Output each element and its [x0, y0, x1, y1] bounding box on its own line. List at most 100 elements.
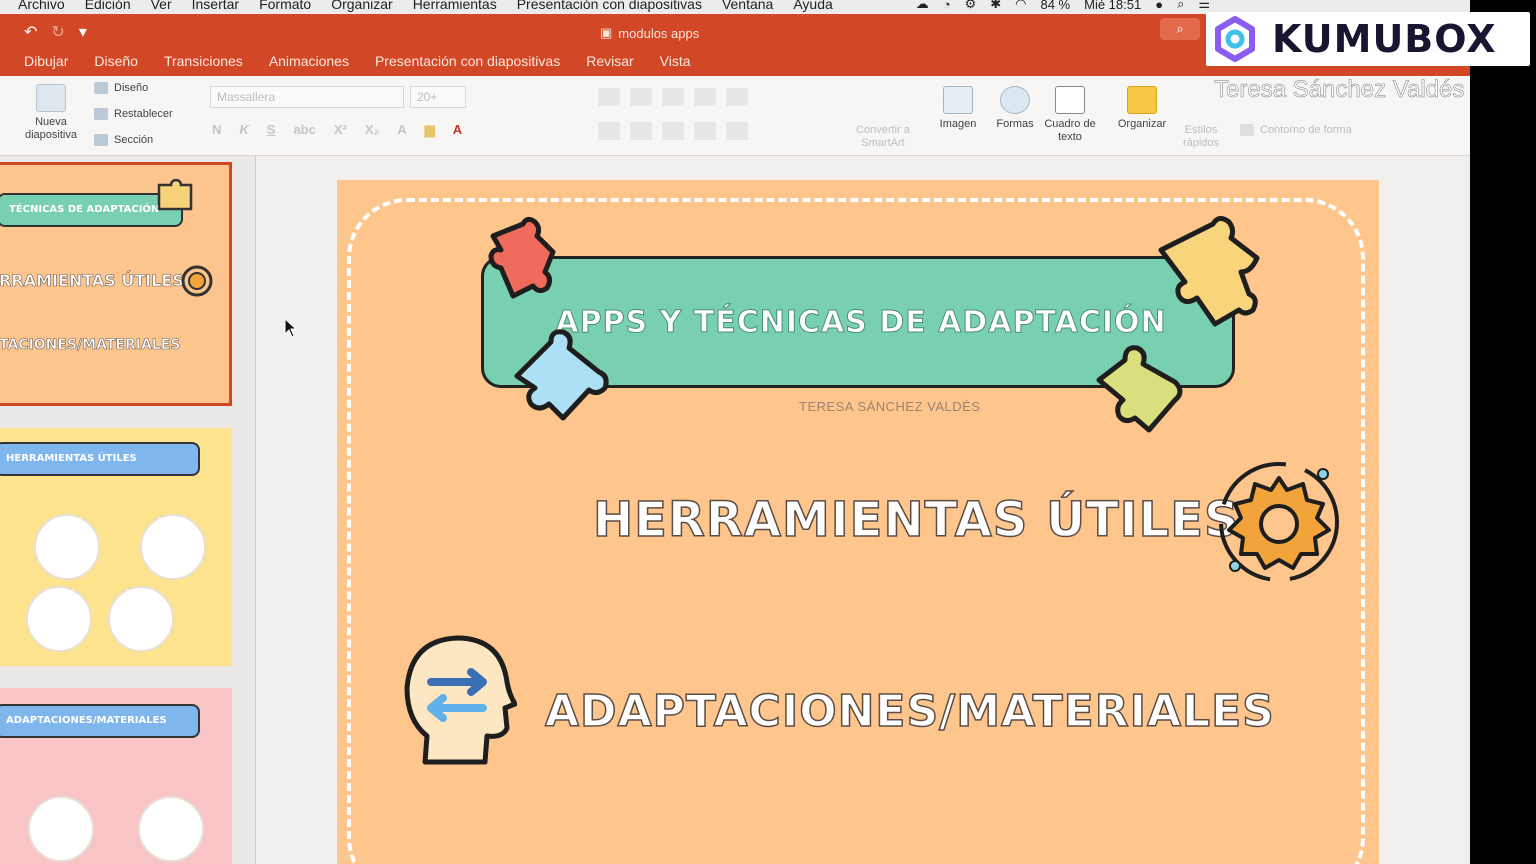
reset-label: Restablecer — [114, 108, 173, 120]
font-name-select[interactable]: Massallera — [210, 86, 404, 108]
font-size-select[interactable]: 20+ — [410, 86, 466, 108]
thumb1-line2: TACIONES/MATERIALES — [0, 337, 181, 354]
search-icon[interactable]: ⌕ — [1177, 0, 1184, 12]
user-icon[interactable]: ● — [1155, 0, 1163, 12]
underline-button[interactable]: S — [267, 122, 276, 138]
reset-button[interactable]: Restablecer — [94, 108, 173, 120]
undo-icon[interactable]: ↶ — [24, 22, 37, 42]
slide-heading-adaptations[interactable]: ADAPTACIONES/MATERIALES — [544, 685, 1275, 738]
highlight-button[interactable]: ▆ — [425, 122, 435, 138]
arrange-label: Organizar — [1117, 118, 1167, 130]
slide-thumbnail-1[interactable]: TÉCNICAS DE ADAPTACIÓN RRAMIENTAS ÚTILES… — [0, 162, 232, 406]
strikethrough-button[interactable]: abc — [293, 122, 315, 138]
justify-button[interactable] — [694, 122, 716, 140]
textbox-label: Cuadro de texto — [1044, 118, 1096, 143]
convert-smartart-button[interactable]: Convertir a SmartArt — [848, 124, 918, 150]
new-slide-label: Nueva diapositiva — [25, 116, 77, 141]
align-right-button[interactable] — [662, 122, 684, 140]
thumb3-banner: ADAPTACIONES/MATERIALES — [0, 704, 200, 738]
puzzle-icon — [157, 179, 193, 211]
superscript-button[interactable]: X² — [334, 122, 347, 138]
wifi-icon[interactable]: ◠ — [1015, 0, 1026, 12]
shapes-icon — [1000, 86, 1030, 114]
document-icon: ▣ — [600, 25, 613, 40]
align-left-button[interactable] — [598, 122, 620, 140]
section-icon — [94, 134, 108, 146]
customize-icon[interactable]: ▾ — [79, 22, 87, 42]
document-title: ▣ modulos apps — [600, 25, 699, 41]
watermark-name: Teresa Sánchez Valdés — [1214, 76, 1465, 104]
menu-herramientas[interactable]: Herramientas — [413, 0, 497, 12]
shapes-button[interactable]: Formas — [990, 86, 1040, 131]
quick-styles-button[interactable]: Estilos rápidos — [1176, 124, 1226, 150]
menu-organizar[interactable]: Organizar — [331, 0, 392, 12]
paragraph-row-1 — [598, 88, 748, 106]
bold-button[interactable]: N — [212, 122, 221, 138]
tab-presentacion[interactable]: Presentación con diapositivas — [375, 53, 560, 69]
slide-canvas[interactable]: APPS Y TÉCNICAS DE ADAPTACIÓN TERESA SÁN… — [337, 180, 1379, 864]
layout-button[interactable]: Diseño — [94, 82, 148, 94]
align-center-button[interactable] — [630, 122, 652, 140]
document-name: modulos apps — [618, 25, 700, 41]
bluetooth-icon[interactable]: ✱ — [990, 0, 1001, 12]
text-effects-button[interactable]: A — [397, 122, 406, 138]
shapes-label: Formas — [996, 118, 1034, 130]
menu-ayuda[interactable]: Ayuda — [793, 0, 832, 12]
new-slide-button[interactable]: Nueva diapositiva — [18, 84, 84, 142]
menu-edicion[interactable]: Edición — [85, 0, 131, 12]
redo-icon[interactable]: ↻ — [51, 22, 64, 42]
thumb1-line1: RRAMIENTAS ÚTILES — [0, 271, 184, 291]
thumb2-circle-2 — [140, 514, 206, 580]
decrease-indent-button[interactable] — [662, 88, 684, 106]
tab-vista[interactable]: Vista — [660, 53, 691, 69]
menu-archivo[interactable]: Archivo — [18, 0, 65, 12]
section-button[interactable]: Sección — [94, 134, 153, 146]
italic-button[interactable]: K — [239, 122, 248, 138]
image-button[interactable]: Imagen — [934, 86, 982, 131]
new-slide-icon — [36, 84, 66, 112]
thumb2-circle-3 — [26, 586, 92, 652]
powerpoint-window: Archivo Edición Ver Insertar Formato Org… — [0, 0, 1470, 864]
search-icon: ⌕ — [1176, 21, 1184, 36]
reset-icon — [94, 108, 108, 120]
list-icon[interactable]: ☰ — [1198, 0, 1210, 12]
thumb2-banner: HERRAMIENTAS ÚTILES — [0, 442, 200, 476]
subscript-button[interactable]: X₂ — [365, 122, 379, 138]
tab-diseno[interactable]: Diseño — [94, 53, 138, 69]
green-puzzle-icon — [1096, 345, 1183, 433]
slide-author[interactable]: TERESA SÁNCHEZ VALDÉS — [799, 399, 980, 414]
font-color-button[interactable]: A — [453, 122, 462, 138]
tab-transiciones[interactable]: Transiciones — [164, 53, 243, 69]
menu-presentacion[interactable]: Presentación con diapositivas — [517, 0, 702, 12]
line-spacing-button[interactable] — [726, 88, 748, 106]
slide-thumbnail-3[interactable]: ADAPTACIONES/MATERIALES — [0, 688, 232, 864]
menu-ventana[interactable]: Ventana — [722, 0, 773, 12]
bullets-button[interactable] — [598, 88, 620, 106]
slide-heading-tools[interactable]: HERRAMIENTAS ÚTILES — [592, 491, 1240, 549]
blue-puzzle-icon — [514, 329, 609, 421]
arrange-button[interactable]: Organizar — [1112, 86, 1172, 131]
numbering-button[interactable] — [630, 88, 652, 106]
shape-outline-button[interactable]: Contorno de forma — [1240, 124, 1352, 136]
increase-indent-button[interactable] — [694, 88, 716, 106]
clock[interactable]: Mié 18:51 — [1084, 0, 1141, 12]
tab-dibujar[interactable]: Dibujar — [24, 53, 68, 69]
battery-level[interactable]: 84 % — [1040, 0, 1070, 12]
mouse-cursor-icon — [284, 318, 298, 338]
menu-formato[interactable]: Formato — [259, 0, 311, 12]
sync-icon[interactable]: ◔ — [943, 0, 951, 12]
layout-label: Diseño — [114, 82, 149, 94]
menu-ver[interactable]: Ver — [151, 0, 172, 12]
gear-icon — [181, 265, 213, 297]
slide-thumbnail-2[interactable]: HERRAMIENTAS ÚTILES — [0, 428, 232, 666]
textbox-button[interactable]: Cuadro de texto — [1044, 86, 1096, 144]
cloud-icon[interactable]: ☁ — [916, 0, 929, 12]
arrange-icon — [1127, 86, 1157, 114]
tab-revisar[interactable]: Revisar — [586, 53, 633, 69]
search-button[interactable]: ⌕ — [1160, 18, 1200, 40]
tab-animaciones[interactable]: Animaciones — [269, 53, 349, 69]
outline-icon — [1240, 124, 1254, 136]
gear-icon[interactable]: ⚙ — [965, 0, 977, 12]
columns-button[interactable] — [726, 122, 748, 140]
menu-insertar[interactable]: Insertar — [192, 0, 239, 12]
